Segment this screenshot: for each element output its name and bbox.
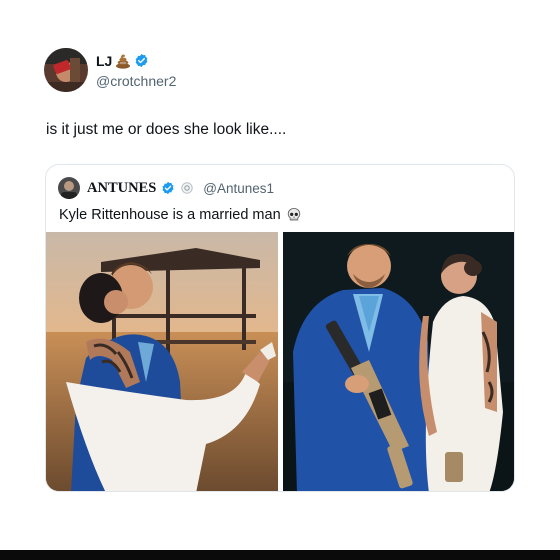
bottom-edge-bar bbox=[0, 550, 560, 560]
quoted-author-handle[interactable]: @Antunes1 bbox=[203, 181, 274, 196]
verified-badge-icon bbox=[161, 181, 176, 196]
post-screenshot: LJ @crotchner2 is it just me or does she… bbox=[0, 0, 560, 560]
photo-wedding-pier-kiss[interactable] bbox=[46, 232, 278, 491]
skull-emoji-icon bbox=[286, 207, 302, 223]
author-name[interactable]: LJ bbox=[96, 53, 112, 69]
quoted-author: ANTUNES @Antunes1 bbox=[58, 177, 274, 199]
author-handle[interactable]: @crotchner2 bbox=[96, 73, 176, 89]
author-avatar[interactable] bbox=[44, 48, 88, 92]
photo-couple-with-rifle[interactable] bbox=[283, 232, 514, 491]
poop-emoji-icon bbox=[115, 53, 131, 69]
quoted-author-name[interactable]: ANTUNES bbox=[87, 180, 156, 197]
quoted-text: Kyle Rittenhouse is a married man bbox=[59, 207, 281, 223]
quoted-author-avatar[interactable] bbox=[58, 177, 80, 199]
quoted-text-row: Kyle Rittenhouse is a married man bbox=[59, 207, 302, 223]
affiliate-badge-icon bbox=[181, 181, 196, 196]
post-text: is it just me or does she look like.... bbox=[46, 121, 287, 138]
quoted-post[interactable]: ANTUNES @Antunes1 Kyle Rittenhouse is a … bbox=[45, 164, 515, 492]
post-author: LJ @crotchner2 bbox=[44, 48, 176, 92]
verified-badge-icon bbox=[134, 53, 149, 68]
